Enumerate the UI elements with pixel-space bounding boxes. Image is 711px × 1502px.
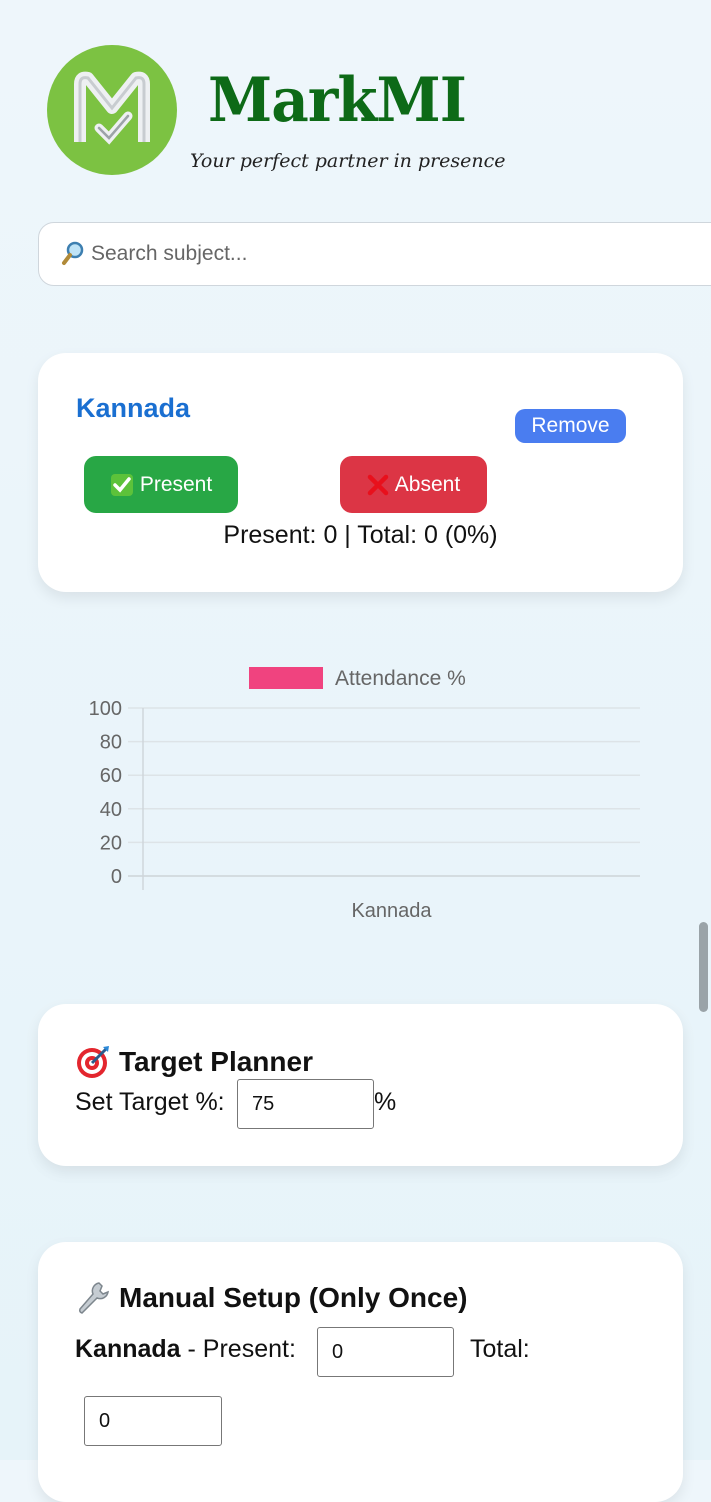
target-planner-card: Target Planner Set Target %: % (38, 1004, 683, 1166)
manual-total-input[interactable] (84, 1396, 222, 1446)
y-tick-label: 60 (100, 765, 122, 787)
app-logo (47, 45, 177, 175)
manual-subject-row: Kannada - Present: (75, 1335, 296, 1364)
search-input[interactable] (89, 241, 653, 267)
logo-mark-icon (74, 71, 150, 145)
target-unit: % (374, 1088, 397, 1116)
manual-setup-card: Manual Setup (Only Once) Kannada - Prese… (38, 1242, 683, 1502)
target-planner-title-row: Target Planner (75, 1044, 313, 1080)
subject-title: Kannada (76, 393, 191, 423)
legend-swatch (249, 667, 323, 689)
y-tick-label: 80 (100, 732, 122, 754)
legend-label: Attendance % (335, 667, 466, 690)
y-tick-label: 0 (111, 866, 122, 888)
check-mark-icon (110, 473, 133, 496)
absent-button[interactable]: Absent (340, 456, 487, 513)
search-bar[interactable] (38, 222, 711, 286)
present-label: Present (139, 472, 213, 496)
y-tick-label: 40 (100, 799, 122, 821)
remove-button[interactable]: Remove (515, 409, 626, 443)
target-planner-title: Target Planner (119, 1046, 313, 1077)
brand-tagline: Your perfect partner in presence (190, 150, 506, 172)
absent-label: Absent (394, 472, 461, 496)
manual-present-input[interactable] (317, 1327, 454, 1377)
manual-setup-title-row: Manual Setup (Only Once) (75, 1280, 467, 1316)
manual-setup-title: Manual Setup (Only Once) (119, 1282, 468, 1313)
cross-mark-icon (367, 474, 389, 495)
search-icon (61, 240, 85, 268)
scrollbar[interactable] (699, 922, 708, 1012)
x-tick-label: Kannada (351, 900, 432, 922)
y-tick-label: 100 (89, 698, 122, 720)
manual-total-label: Total: (470, 1335, 530, 1363)
present-button[interactable]: Present (84, 456, 238, 513)
attendance-stats: Present: 0 | Total: 0 (0%) (223, 521, 498, 549)
manual-present-label: - Present: (180, 1335, 296, 1363)
y-tick-label: 20 (100, 832, 122, 854)
target-icon (77, 1046, 109, 1078)
brand-name: MarkMI (208, 64, 467, 136)
remove-label: Remove (531, 414, 610, 437)
wrench-icon (79, 1282, 109, 1314)
target-label: Set Target %: (75, 1088, 225, 1116)
attendance-chart: Attendance % 0 20 40 60 80 100 Kannada (89, 667, 640, 922)
target-input[interactable] (237, 1079, 374, 1129)
manual-subject-name: Kannada (75, 1335, 181, 1363)
subject-card: Kannada Remove Present Absent Present: 0… (38, 353, 683, 592)
